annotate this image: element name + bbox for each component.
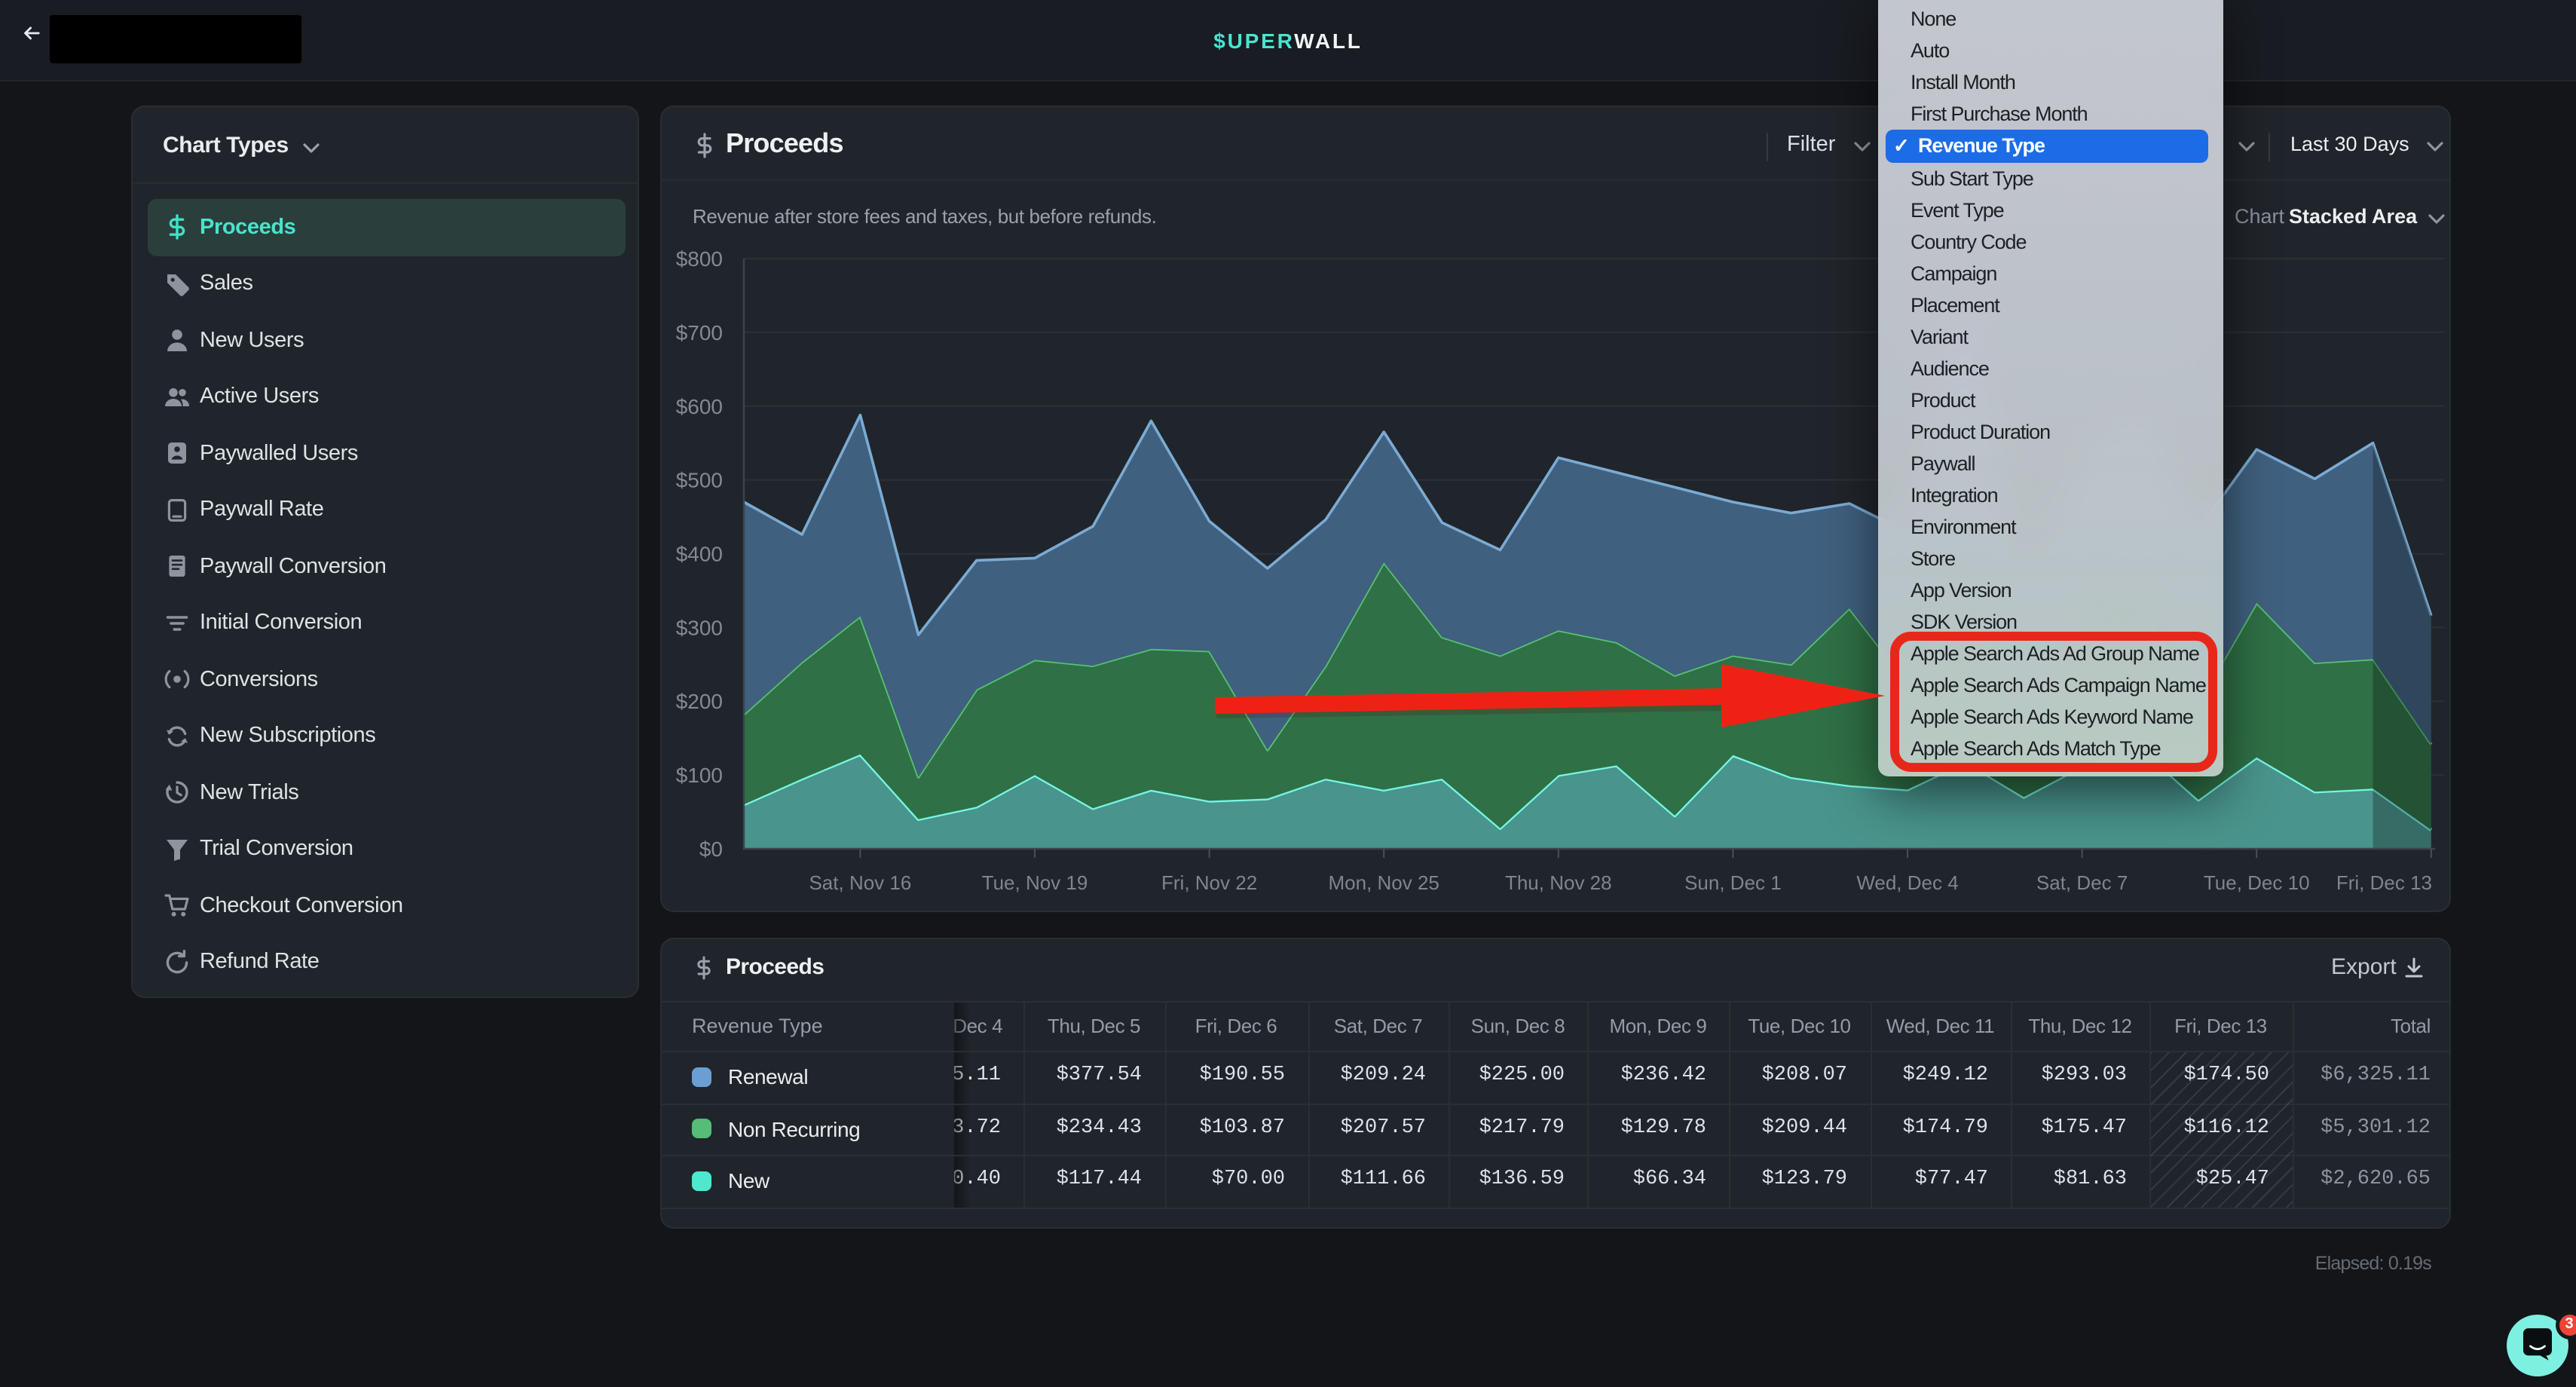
svg-text:Sun, Dec 1: Sun, Dec 1 — [1684, 871, 1781, 894]
svg-text:Wed, Dec 4: Wed, Dec 4 — [1856, 871, 1957, 894]
svg-text:$700: $700 — [675, 321, 722, 344]
svg-text:Sat, Nov 16: Sat, Nov 16 — [808, 871, 910, 894]
svg-text:$300: $300 — [675, 616, 722, 639]
svg-text:Sat, Dec 7: Sat, Dec 7 — [2036, 871, 2127, 894]
svg-text:Thu, Nov 28: Thu, Nov 28 — [1504, 871, 1611, 894]
svg-text:$100: $100 — [675, 764, 722, 787]
svg-text:Fri, Dec 13: Fri, Dec 13 — [2336, 871, 2431, 894]
svg-text:Tue, Dec 10: Tue, Dec 10 — [2203, 871, 2309, 894]
svg-text:$400: $400 — [675, 543, 722, 566]
svg-text:$0: $0 — [699, 837, 722, 861]
svg-text:$500: $500 — [675, 469, 722, 492]
svg-text:Fri, Nov 22: Fri, Nov 22 — [1161, 871, 1256, 894]
svg-text:$200: $200 — [675, 690, 722, 713]
svg-text:Mon, Nov 25: Mon, Nov 25 — [1327, 871, 1438, 894]
svg-text:Tue, Nov 19: Tue, Nov 19 — [981, 871, 1088, 894]
svg-text:$800: $800 — [675, 247, 722, 271]
svg-text:$600: $600 — [675, 395, 722, 418]
